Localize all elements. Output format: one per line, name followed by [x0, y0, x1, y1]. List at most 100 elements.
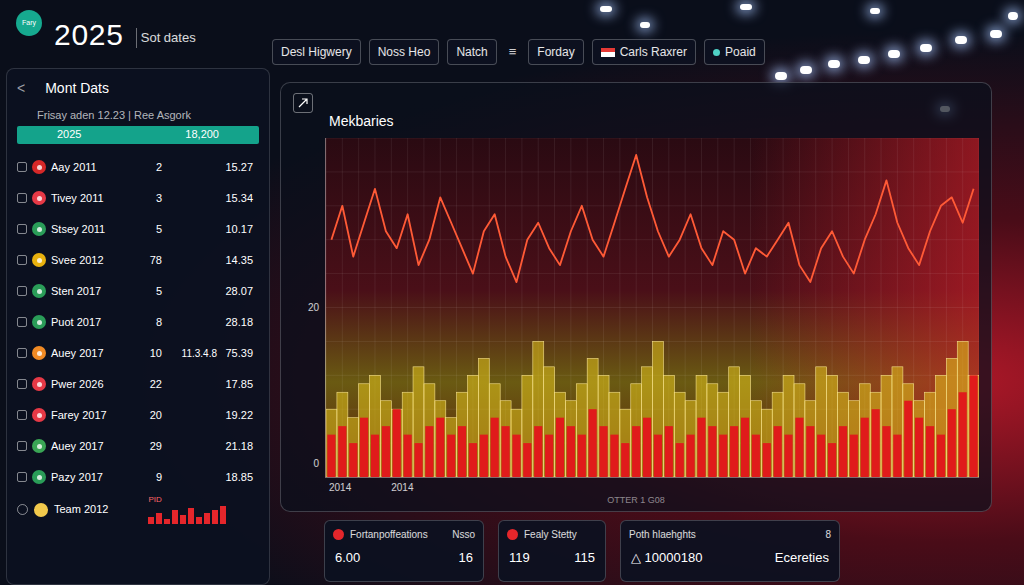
checkbox[interactable]: [17, 224, 27, 234]
bar: [382, 426, 390, 477]
item-count: 5: [128, 283, 162, 300]
card-header: FortanpoffeationsNsso: [333, 527, 475, 542]
sidebar-footer[interactable]: Team 2012PID: [17, 495, 259, 525]
mini-bar: [148, 517, 154, 524]
flag-icon: [32, 222, 46, 236]
chart-header: Mekbaries: [293, 93, 979, 132]
bar: [794, 384, 805, 477]
sidebar-item[interactable]: Auey 20172921.18: [17, 431, 259, 462]
item-label: Auey 2017: [51, 345, 123, 362]
tab[interactable]: Natch: [447, 39, 496, 65]
bar: [576, 384, 587, 477]
bar: [740, 375, 751, 477]
bar: [816, 367, 827, 477]
item-label: Stsey 2011: [51, 221, 123, 238]
item-value: 75.39: [225, 345, 259, 362]
sidebar-item[interactable]: Pazy 2017918.85: [17, 462, 259, 493]
bar: [533, 341, 544, 477]
sidebar-subheader: Frisay aden 12.23 | Ree Asgork: [17, 107, 259, 124]
sidebar-item[interactable]: Pwer 20262217.85: [17, 369, 259, 400]
checkbox[interactable]: [17, 317, 27, 327]
tab[interactable]: Carls Raxrer: [592, 39, 696, 65]
bar: [915, 418, 923, 477]
tab[interactable]: Forday: [528, 39, 583, 65]
card-row: FortanpoffeationsNsso6.0016Fealy Stetty1…: [280, 520, 992, 582]
logo[interactable]: Fary: [16, 10, 42, 36]
bar: [959, 392, 967, 477]
checkbox[interactable]: [17, 348, 27, 358]
sidebar-item[interactable]: Stsey 2011510.17: [17, 214, 259, 245]
bar: [338, 426, 346, 477]
checkbox[interactable]: [17, 472, 27, 482]
sidebar-item[interactable]: Svee 20127814.35: [17, 245, 259, 276]
checkbox[interactable]: [17, 379, 27, 389]
bar: [861, 418, 869, 477]
stadium-light: [990, 30, 1002, 38]
tab-bar: Desl Higwery Noss Heo Natch ≡ Forday Carls Ra…: [272, 0, 765, 68]
checkbox[interactable]: [17, 410, 27, 420]
sidebar-item[interactable]: Puot 2017828.18: [17, 307, 259, 338]
tab-label: Poaid: [725, 43, 756, 61]
bar: [631, 384, 642, 477]
bar: [545, 435, 553, 477]
flag-icon: [32, 160, 46, 174]
item-label: Aay 2011: [51, 159, 123, 176]
stat-card[interactable]: Fealy Stetty119115: [498, 520, 606, 582]
sidebar-header: <Mont Dats: [17, 75, 259, 101]
bar: [469, 443, 477, 477]
bar: [327, 435, 335, 477]
checkbox[interactable]: [17, 193, 27, 203]
x-label: 2014: [329, 480, 351, 494]
sidebar-item[interactable]: Farey 20172019.22: [17, 400, 259, 431]
bar: [391, 409, 402, 477]
checkbox[interactable]: [17, 162, 27, 172]
bar: [948, 409, 956, 477]
checkbox[interactable]: [17, 441, 27, 451]
item-label: Sten 2017: [51, 283, 123, 300]
bar: [511, 409, 522, 477]
back-button[interactable]: <: [17, 78, 25, 99]
tab-label: Carls Raxrer: [620, 43, 687, 61]
bar: [371, 435, 379, 477]
highlight-right: 18,200: [185, 126, 219, 143]
item-count: 78: [128, 252, 162, 269]
flag-icon: [601, 48, 615, 57]
highlight-bar[interactable]: 202518,200: [17, 126, 259, 144]
bar: [360, 418, 368, 477]
stat-card[interactable]: Poth hlaehghts8△ 10000180Ecereties: [620, 520, 840, 582]
stadium-light: [858, 56, 870, 64]
bar: [663, 375, 674, 477]
bar: [458, 426, 466, 477]
item-count: 29: [128, 438, 162, 455]
checkbox[interactable]: [17, 255, 27, 265]
card-header: Fealy Stetty: [507, 527, 597, 542]
tab[interactable]: Noss Heo: [369, 39, 440, 65]
bar: [806, 426, 814, 477]
bar: [435, 401, 446, 477]
flag-icon: [32, 191, 46, 205]
bar: [512, 435, 520, 477]
chart-body: 200: [293, 138, 979, 478]
bar: [697, 418, 705, 477]
tab[interactable]: Poaid: [704, 39, 765, 65]
expand-icon[interactable]: [293, 93, 313, 113]
sidebar-item[interactable]: Aay 2011215.27: [17, 152, 259, 183]
tab-label: Desl Higwery: [281, 43, 352, 61]
checkbox[interactable]: [17, 286, 27, 296]
sidebar-item[interactable]: Auey 20171011.3.4.875.39: [17, 338, 259, 369]
tab[interactable]: ≡: [505, 39, 521, 65]
stat-card[interactable]: FortanpoffeationsNsso6.0016: [324, 520, 484, 582]
item-value: 15.27: [225, 159, 259, 176]
sidebar-item[interactable]: Tivey 2011315.34: [17, 183, 259, 214]
tab[interactable]: Desl Higwery: [272, 39, 361, 65]
item-extra: 11.3.4.8: [167, 346, 217, 361]
flag-icon: [32, 284, 46, 298]
mini-bar: [196, 517, 202, 524]
bar: [447, 435, 455, 477]
sidebar-item[interactable]: Sten 2017528.07: [17, 276, 259, 307]
bar: [654, 435, 662, 477]
x-axis: 20142014: [293, 480, 979, 494]
mini-bar: [220, 506, 226, 524]
bar: [946, 358, 957, 477]
bar: [402, 392, 413, 477]
